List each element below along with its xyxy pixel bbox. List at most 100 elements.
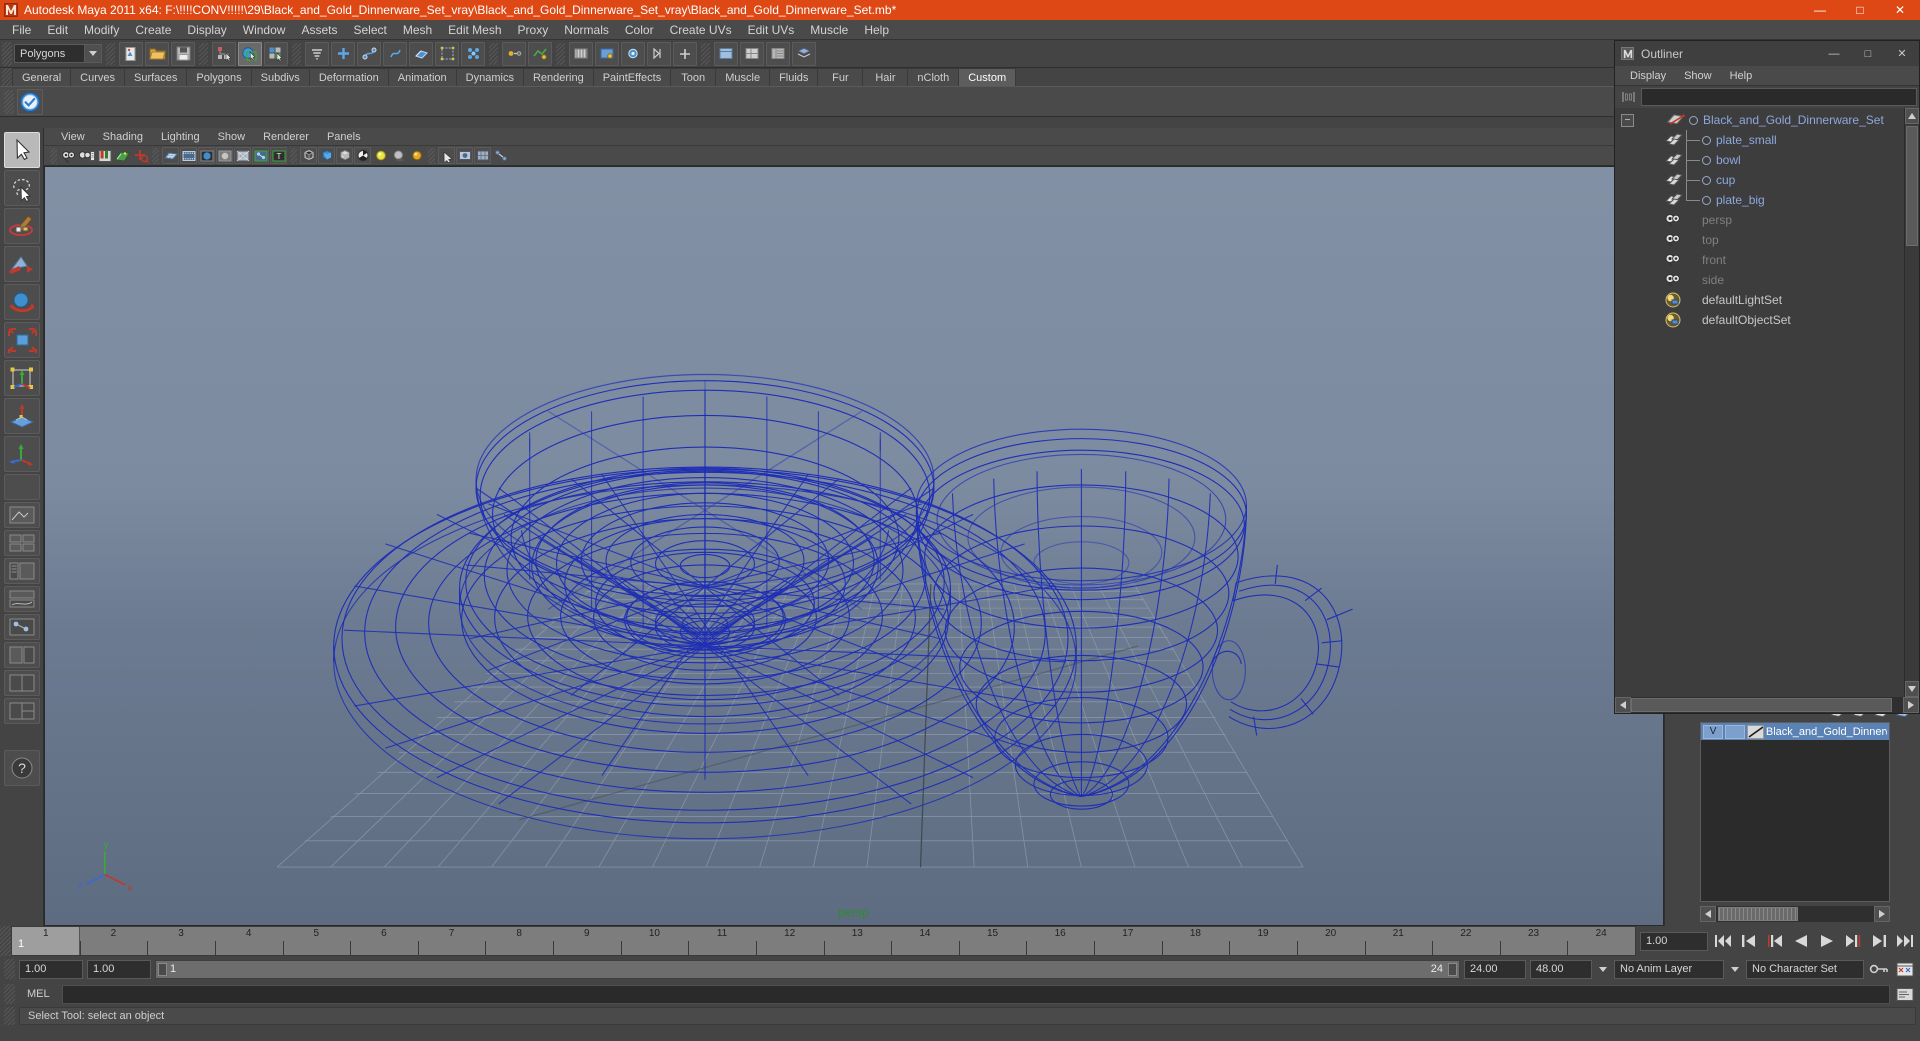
scrollbar-track[interactable] (1631, 697, 1903, 713)
menu-mesh[interactable]: Mesh (395, 21, 440, 39)
layer-name[interactable]: Black_and_Gold_Dinnerwa (1766, 726, 1887, 738)
perspective-viewport[interactable]: persp y x z (44, 166, 1664, 926)
shelf-tab-animation[interactable]: Animation (387, 68, 457, 86)
viewport-menu-shading[interactable]: Shading (94, 131, 152, 143)
close-button[interactable]: ✕ (1880, 0, 1920, 20)
shelf-tab-general[interactable]: General (12, 68, 72, 86)
smooth-shade-all-icon[interactable] (318, 147, 335, 164)
viewport-menu-panels[interactable]: Panels (318, 131, 370, 143)
lighting-icon[interactable] (372, 147, 389, 164)
add-button-icon[interactable] (673, 41, 697, 66)
menu-file[interactable]: File (4, 21, 39, 39)
scroll-right-icon[interactable] (1903, 697, 1919, 713)
shelf-tab-subdivs[interactable]: Subdivs (250, 68, 310, 86)
menu-edit-uvs[interactable]: Edit UVs (740, 21, 803, 39)
shelf-tab-custom[interactable]: Custom (958, 68, 1017, 86)
shelf-tab-rendering[interactable]: Rendering (522, 68, 594, 86)
film-gate-icon[interactable] (180, 147, 197, 164)
scrollbar-thumb[interactable] (1631, 698, 1893, 712)
play-forwards-button[interactable] (1816, 931, 1838, 951)
outliner-item-default-light-set[interactable]: defaultLightSet (1615, 290, 1919, 310)
layout-single-perspective-button[interactable] (3, 502, 40, 528)
snap-to-view-plane-icon[interactable] (435, 41, 459, 66)
render-globals-icon[interactable] (621, 41, 645, 66)
time-slider-grip[interactable] (0, 926, 11, 956)
auto-key-icon[interactable] (1868, 959, 1890, 979)
menu-proxy[interactable]: Proxy (510, 21, 557, 39)
soft-modification-tool-button[interactable] (3, 398, 40, 434)
hardware-texturing-icon[interactable] (354, 147, 371, 164)
outliner-maximize-button[interactable]: □ (1851, 41, 1885, 66)
outliner-close-button[interactable]: ✕ (1885, 41, 1919, 66)
render-settings-icon[interactable] (569, 41, 593, 66)
snap-to-point-icon[interactable] (383, 41, 407, 66)
xray-joints-icon[interactable] (252, 147, 269, 164)
smooth-shade-selected-icon[interactable] (336, 147, 353, 164)
outliner-menu-help[interactable]: Help (1721, 70, 1762, 82)
menu-modify[interactable]: Modify (76, 21, 127, 39)
outliner-item-black-and-gold-dinnerware-set[interactable]: − Black_and_Gold_Dinnerware_Set (1615, 110, 1919, 130)
layer-playback-toggle[interactable] (1725, 724, 1746, 739)
step-forward-key-button[interactable] (1842, 931, 1864, 951)
command-language-label[interactable]: MEL (19, 988, 58, 1000)
outliner-menu-show[interactable]: Show (1675, 70, 1721, 82)
grid-toggle-icon[interactable] (162, 147, 179, 164)
character-set-field[interactable]: No Character Set (1746, 959, 1864, 979)
outliner-item-top[interactable]: top (1615, 230, 1919, 250)
outliner-filter-icon[interactable] (1619, 88, 1637, 106)
menu-window[interactable]: Window (235, 21, 294, 39)
snap-list-icon[interactable] (305, 41, 329, 66)
playback-end-time-field[interactable]: 24.00 (1464, 959, 1526, 979)
step-forward-frame-button[interactable] (1868, 931, 1890, 951)
bookmarks-icon[interactable] (96, 147, 113, 164)
scroll-left-icon[interactable] (1700, 906, 1716, 922)
layer-visibility-toggle[interactable]: V (1703, 724, 1724, 739)
menu-assets[interactable]: Assets (293, 21, 345, 39)
outliner-minimize-button[interactable]: — (1817, 41, 1851, 66)
snapshot-icon[interactable] (456, 147, 473, 164)
go-to-start-button[interactable] (1712, 931, 1734, 951)
rotate-tool-button[interactable] (3, 284, 40, 320)
viewport-menu-lighting[interactable]: Lighting (152, 131, 209, 143)
animation-end-time-field[interactable]: 48.00 (1530, 959, 1592, 979)
layer-row[interactable]: V Black_and_Gold_Dinnerwa (1701, 723, 1889, 740)
animation-preferences-icon[interactable] (1894, 959, 1916, 979)
animation-start-time-field[interactable]: 1.00 (19, 959, 83, 979)
menu-edit-mesh[interactable]: Edit Mesh (440, 21, 509, 39)
shelf-tab-deformation[interactable]: Deformation (308, 68, 389, 86)
help-icon[interactable]: ? (3, 750, 40, 786)
shelf-tab-ncloth[interactable]: nCloth (907, 68, 960, 86)
range-start-handle[interactable] (158, 962, 167, 976)
range-end-handle[interactable] (1448, 962, 1457, 976)
shelf-tab-dynamics[interactable]: Dynamics (455, 68, 524, 86)
outliner-window[interactable]: Outliner — □ ✕ Display Show Help − Black… (1614, 40, 1920, 714)
menu-normals[interactable]: Normals (556, 21, 617, 39)
scroll-right-icon[interactable] (1874, 906, 1890, 922)
menu-select[interactable]: Select (345, 21, 394, 39)
outliner-menu-display[interactable]: Display (1621, 70, 1675, 82)
universal-manipulator-tool-button[interactable] (3, 360, 40, 396)
panel-tear-icon[interactable] (492, 147, 509, 164)
paint-select-tool-button[interactable] (3, 208, 40, 244)
gate-mask-icon[interactable] (216, 147, 233, 164)
shelf-tab-toon[interactable]: Toon (670, 68, 717, 86)
time-slider-track[interactable]: 1 1 2 3 4 5 6 7 8 9 10 11 12 13 14 15 16 17 18 19 20 21 22 23 2… (11, 926, 1636, 956)
layer-editor-icon[interactable] (792, 41, 816, 66)
toggle-sidebar-icon[interactable] (647, 41, 671, 66)
image-plane-icon[interactable] (114, 147, 131, 164)
anim-layer-chevron-down-icon[interactable] (1596, 960, 1610, 979)
xray-icon[interactable] (234, 147, 251, 164)
outliner-horizontal-scrollbar[interactable] (1615, 697, 1919, 713)
scroll-left-icon[interactable] (1615, 697, 1631, 713)
attribute-editor-icon[interactable] (714, 41, 738, 66)
outliner-item-side[interactable]: side (1615, 270, 1919, 290)
select-by-object-icon[interactable] (238, 41, 262, 66)
make-live-icon[interactable] (461, 41, 485, 66)
viewport-menu-show[interactable]: Show (209, 131, 255, 143)
open-scene-icon[interactable] (145, 41, 169, 66)
expand-collapse-icon[interactable]: − (1621, 113, 1634, 127)
snap-to-plane-icon[interactable] (409, 41, 433, 66)
two-d-pan-zoom-icon[interactable] (132, 147, 149, 164)
menu-color[interactable]: Color (617, 21, 662, 39)
go-to-end-button[interactable] (1894, 931, 1916, 951)
